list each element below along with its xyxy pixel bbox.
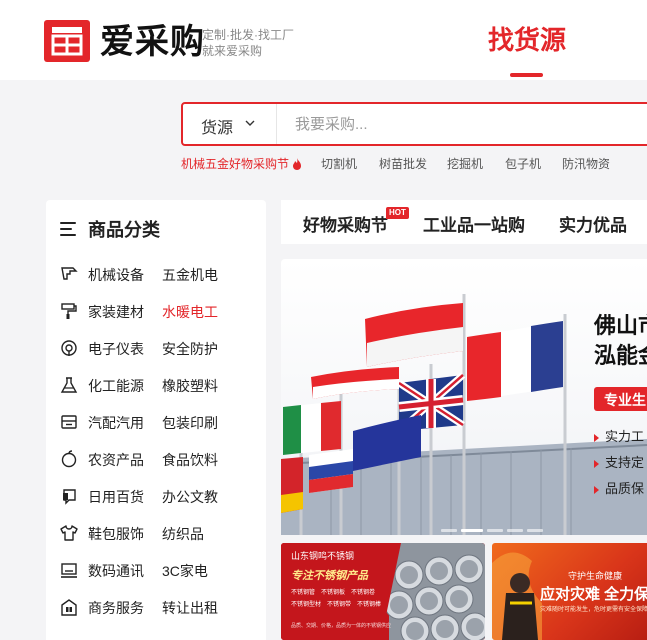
category-row: 数码通讯 3C家电 <box>60 559 260 581</box>
hot-tag[interactable]: 包子机 <box>505 155 541 172</box>
category-link[interactable]: 食品饮料 <box>162 450 218 470</box>
drill-icon <box>61 267 78 280</box>
category-row: 汽配汽用 包装印刷 <box>60 411 260 433</box>
category-link[interactable]: 纺织品 <box>162 524 204 544</box>
logo-mark[interactable] <box>44 20 90 62</box>
promo-product-tags: 不锈钢管 不锈钢板 不锈钢卷不锈钢型材 不锈钢带 不锈钢棒 <box>291 590 382 608</box>
category-link[interactable]: 电子仪表 <box>88 339 144 359</box>
category-link[interactable]: 商务服务 <box>88 598 144 618</box>
category-link[interactable]: 橡胶塑料 <box>162 376 218 396</box>
promo-company-name: 山东钢鸣不锈钢 <box>291 551 355 561</box>
cup-icon <box>63 489 76 505</box>
chevron-down-icon[interactable] <box>245 118 255 128</box>
promo-card-stainless-steel[interactable]: 山东钢鸣不锈钢 专注不锈钢产品 不锈钢管 不锈钢板 不锈钢卷不锈钢型材 不锈钢带 不锈钢… <box>281 543 485 640</box>
category-link[interactable]: 包装印刷 <box>162 413 218 433</box>
banner-title: 佛山市 泓能金 <box>594 311 647 371</box>
category-row: 农资产品 食品饮料 <box>60 448 260 470</box>
slogan: 定制·批发·找工厂 就来爱采购 <box>202 27 294 59</box>
slogan-line-2: 就来爱采购 <box>202 44 263 58</box>
category-sidebar: 商品分类 机械设备 五金机电 家装建材 水暖电工 电子仪表 安全防护 化工能源 … <box>46 200 266 640</box>
search-input[interactable] <box>281 106 641 142</box>
carousel-dots[interactable] <box>441 519 547 532</box>
promo-headline: 应对灾难 全力保障 <box>540 586 647 603</box>
category-row: 电子仪表 安全防护 <box>60 337 260 359</box>
banner-point: 支持定 <box>594 452 644 471</box>
car-icon <box>61 415 77 429</box>
feature-tabs: 好物采购节 HOT 工业品一站购 实力优品 <box>281 200 647 244</box>
category-title-text: 商品分类 <box>88 220 160 240</box>
category-link[interactable]: 机械设备 <box>88 265 144 285</box>
promo-footer-text: 品质、交期、价格，品质为一体的不锈钢供应 <box>291 623 392 629</box>
category-link[interactable]: 数码通讯 <box>88 561 144 581</box>
hot-tag[interactable]: 树苗批发 <box>379 155 427 172</box>
category-link[interactable]: 农资产品 <box>88 450 144 470</box>
tab-industrial-one-stop[interactable]: 工业品一站购 <box>423 211 525 236</box>
logo-icon <box>51 27 83 56</box>
triangle-icon <box>594 433 599 442</box>
nav-find-source[interactable]: 找货源 <box>488 22 566 58</box>
banner-title-line-2: 泓能金 <box>594 343 647 368</box>
category-link[interactable]: 家装建材 <box>88 302 144 322</box>
category-link[interactable]: 安全防护 <box>162 339 218 359</box>
flask-icon <box>60 377 78 393</box>
tab-good-products-festival[interactable]: 好物采购节 <box>303 211 388 236</box>
triangle-icon <box>594 459 599 468</box>
paint-roller-icon <box>61 303 77 319</box>
hot-tag-festival[interactable]: 机械五金好物采购节 <box>181 155 302 172</box>
apple-icon <box>61 450 77 468</box>
slogan-line-1: 定制·批发·找工厂 <box>202 28 294 42</box>
category-link[interactable]: 转让出租 <box>162 598 218 618</box>
category-link[interactable]: 化工能源 <box>88 376 144 396</box>
category-link-active[interactable]: 水暖电工 <box>162 302 218 322</box>
search-category-select[interactable]: 货源 <box>201 114 233 138</box>
promo-card-safety[interactable]: 守护生命健康 应对灾难 全力保障 灾难随时可能发生，危时更需有安全保障 <box>492 543 647 640</box>
promo-headline: 专注不锈钢产品 <box>291 570 368 582</box>
category-row: 机械设备 五金机电 <box>60 263 260 285</box>
search-bar: 货源 <box>181 102 647 146</box>
gauge-icon <box>61 340 77 356</box>
category-link[interactable]: 日用百货 <box>88 487 144 507</box>
hero-banner[interactable]: 佛山市 泓能金 专业生 实力工 支持定 品质保 <box>281 259 647 535</box>
hot-tag[interactable]: 切割机 <box>321 155 357 172</box>
nav-active-underline <box>510 73 543 77</box>
fire-icon <box>293 158 302 170</box>
flags-illustration <box>281 294 647 535</box>
category-link[interactable]: 3C家电 <box>162 561 208 581</box>
shirt-icon <box>60 525 78 541</box>
logo-text[interactable]: 爱采购 <box>100 22 205 62</box>
category-row: 日用百货 办公文教 <box>60 485 260 507</box>
hot-tag[interactable]: 挖掘机 <box>447 155 483 172</box>
tab-quality-products[interactable]: 实力优品 <box>559 211 627 236</box>
category-link[interactable]: 鞋包服饰 <box>88 524 144 544</box>
category-link[interactable]: 五金机电 <box>162 265 218 285</box>
promo-footer-text: 灾难随时可能发生，危时更需有安全保障 <box>540 607 647 613</box>
triangle-icon <box>594 485 599 494</box>
category-row: 鞋包服饰 纺织品 <box>60 522 260 544</box>
search-divider <box>276 104 277 144</box>
business-icon <box>61 599 77 616</box>
menu-icon <box>60 222 76 240</box>
banner-point: 品质保 <box>594 478 644 497</box>
category-row: 家装建材 水暖电工 <box>60 300 260 322</box>
banner-point: 实力工 <box>594 426 644 445</box>
hot-badge: HOT <box>386 207 409 219</box>
monitor-icon <box>61 563 77 578</box>
top-header: 爱采购 定制·批发·找工厂 就来爱采购 找货源 <box>0 0 647 80</box>
category-row: 商务服务 转让出租 <box>60 596 260 618</box>
category-link[interactable]: 汽配汽用 <box>88 413 144 433</box>
banner-badge: 专业生 <box>594 387 647 411</box>
promo-subtitle: 守护生命健康 <box>568 571 623 581</box>
banner-title-line-1: 佛山市 <box>594 313 647 338</box>
category-row: 化工能源 橡胶塑料 <box>60 374 260 396</box>
hot-tag[interactable]: 防汛物资 <box>562 155 610 172</box>
category-link[interactable]: 办公文教 <box>162 487 218 507</box>
